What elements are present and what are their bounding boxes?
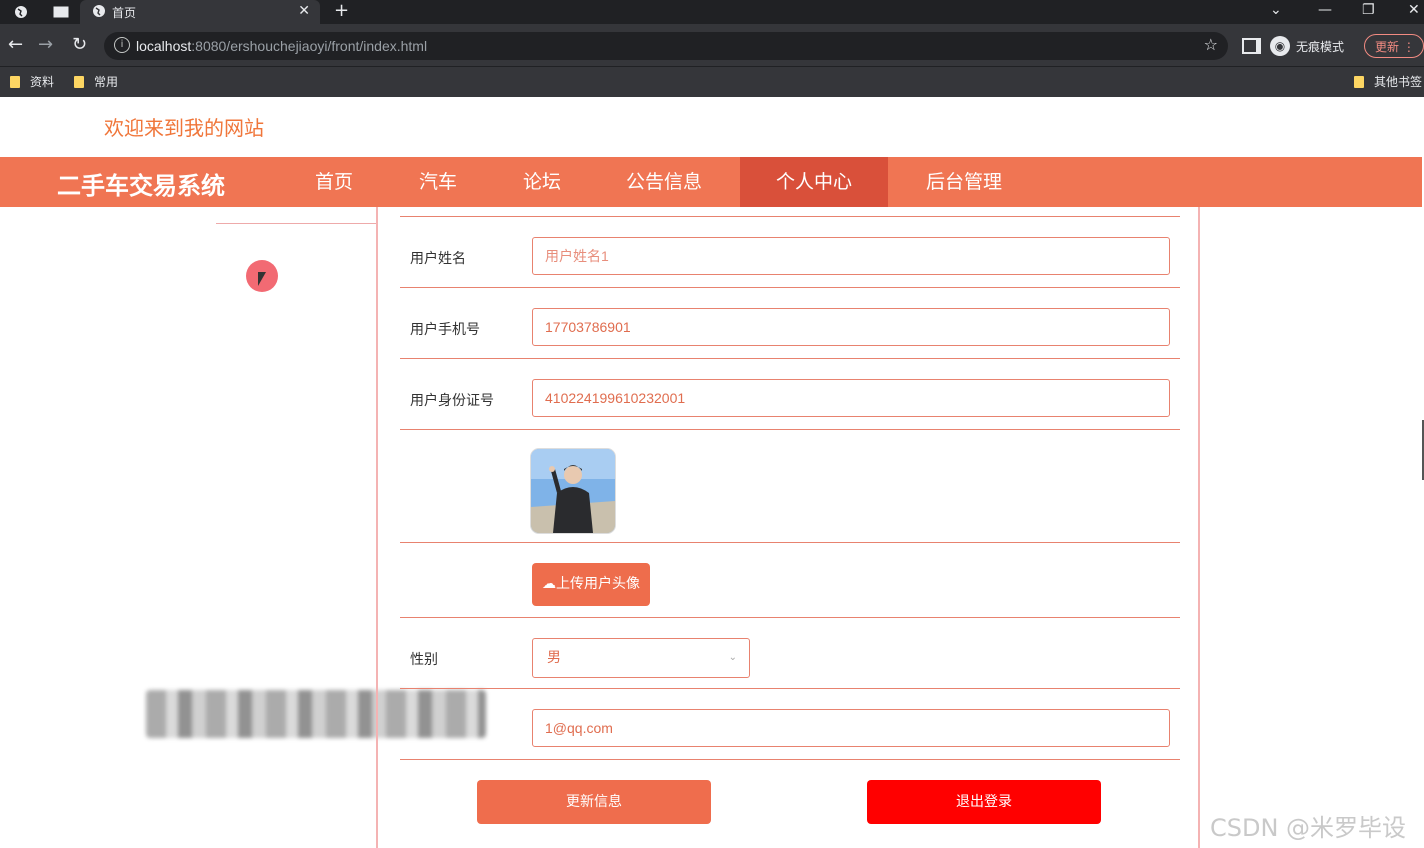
cursor-icon <box>258 272 266 286</box>
incognito-indicator[interactable]: ◉ 无痕模式 <box>1270 36 1344 56</box>
nav-admin[interactable]: 后台管理 <box>904 157 1024 207</box>
profile-form: 用户姓名 用户姓名1 用户手机号 17703786901 用户身份证号 4102… <box>376 207 1200 848</box>
tab-grid-icon[interactable] <box>50 0 72 24</box>
id-number-label: 用户身份证号 <box>410 393 494 409</box>
globe-icon[interactable] <box>10 0 32 24</box>
new-tab-icon[interactable]: + <box>334 0 349 24</box>
gender-label: 性别 <box>410 652 438 668</box>
close-icon[interactable]: ✕ <box>298 3 310 19</box>
divider <box>400 759 1180 760</box>
divider <box>400 429 1180 430</box>
nav-cars[interactable]: 汽车 <box>400 157 476 207</box>
update-info-button[interactable]: 更新信息 <box>477 780 711 824</box>
bookmarks-bar: 资料 常用 其他书签 <box>0 66 1424 97</box>
cloud-upload-icon: ☁ <box>542 576 556 592</box>
phone-input[interactable]: 17703786901 <box>532 308 1170 346</box>
divider <box>400 617 1180 618</box>
restore-icon[interactable]: ❐ <box>1362 0 1375 24</box>
divider <box>400 216 1180 217</box>
watermark: CSDN @米罗毕设 <box>1210 814 1407 842</box>
name-input[interactable]: 用户姓名1 <box>532 237 1170 275</box>
nav-home[interactable]: 首页 <box>296 157 372 207</box>
incognito-label: 无痕模式 <box>1296 39 1345 54</box>
address-bar[interactable]: i localhost:8080/ershouchejiaoyi/front/i… <box>104 32 1228 60</box>
divider <box>400 287 1180 288</box>
folder-icon <box>10 75 20 88</box>
folder-icon <box>1354 75 1364 88</box>
phone-label: 用户手机号 <box>410 322 480 338</box>
gender-select[interactable]: 男 ⌄ <box>532 638 750 678</box>
bookmark-folder[interactable]: 常用 <box>74 73 118 90</box>
main-navbar: 二手车交易系统 首页 汽车 论坛 公告信息 个人中心 后台管理 <box>0 157 1422 207</box>
side-panel-icon[interactable] <box>1242 38 1261 54</box>
avatar-image <box>531 449 615 533</box>
update-button[interactable]: 更新 ⋮ <box>1364 34 1424 58</box>
reload-icon[interactable]: ↻ <box>72 34 87 56</box>
browser-tab[interactable]: 首页 ✕ <box>80 0 320 24</box>
nav-forum[interactable]: 论坛 <box>504 157 580 207</box>
incognito-icon: ◉ <box>1270 36 1290 56</box>
sidebar-divider <box>216 223 376 224</box>
browser-tabbar: 首页 ✕ + ⌄ — ❐ ✕ <box>0 0 1424 24</box>
upload-avatar-button[interactable]: ☁上传用户头像 <box>532 563 650 606</box>
logout-button[interactable]: 退出登录 <box>867 780 1101 824</box>
bookmark-folder[interactable]: 资料 <box>10 73 54 90</box>
url-text[interactable]: localhost:8080/ershouchejiaoyi/front/ind… <box>136 38 427 54</box>
welcome-text: 欢迎来到我的网站 <box>104 116 264 140</box>
chevron-down-icon[interactable]: ⌄ <box>1270 0 1282 24</box>
chevron-down-icon: ⌄ <box>728 652 737 663</box>
divider <box>400 542 1180 543</box>
minimize-icon[interactable]: — <box>1318 0 1332 24</box>
nav-announcements[interactable]: 公告信息 <box>604 157 724 207</box>
id-number-input[interactable]: 410224199610232001 <box>532 379 1170 417</box>
info-icon[interactable]: i <box>114 37 130 53</box>
back-icon[interactable]: ← <box>8 34 23 56</box>
tab-title: 首页 <box>112 5 137 20</box>
name-label: 用户姓名 <box>410 251 466 267</box>
bookmark-star-icon[interactable]: ☆ <box>1204 35 1218 54</box>
close-window-icon[interactable]: ✕ <box>1408 0 1420 24</box>
divider <box>400 688 1180 689</box>
folder-icon <box>74 75 84 88</box>
other-bookmarks[interactable]: 其他书签 <box>1354 73 1422 90</box>
forward-icon[interactable]: → <box>38 34 53 56</box>
email-input[interactable]: 1@qq.com <box>532 709 1170 747</box>
globe-icon <box>92 3 106 22</box>
divider <box>400 358 1180 359</box>
nav-personal-center[interactable]: 个人中心 <box>740 157 888 207</box>
site-brand[interactable]: 二手车交易系统 <box>57 166 225 201</box>
